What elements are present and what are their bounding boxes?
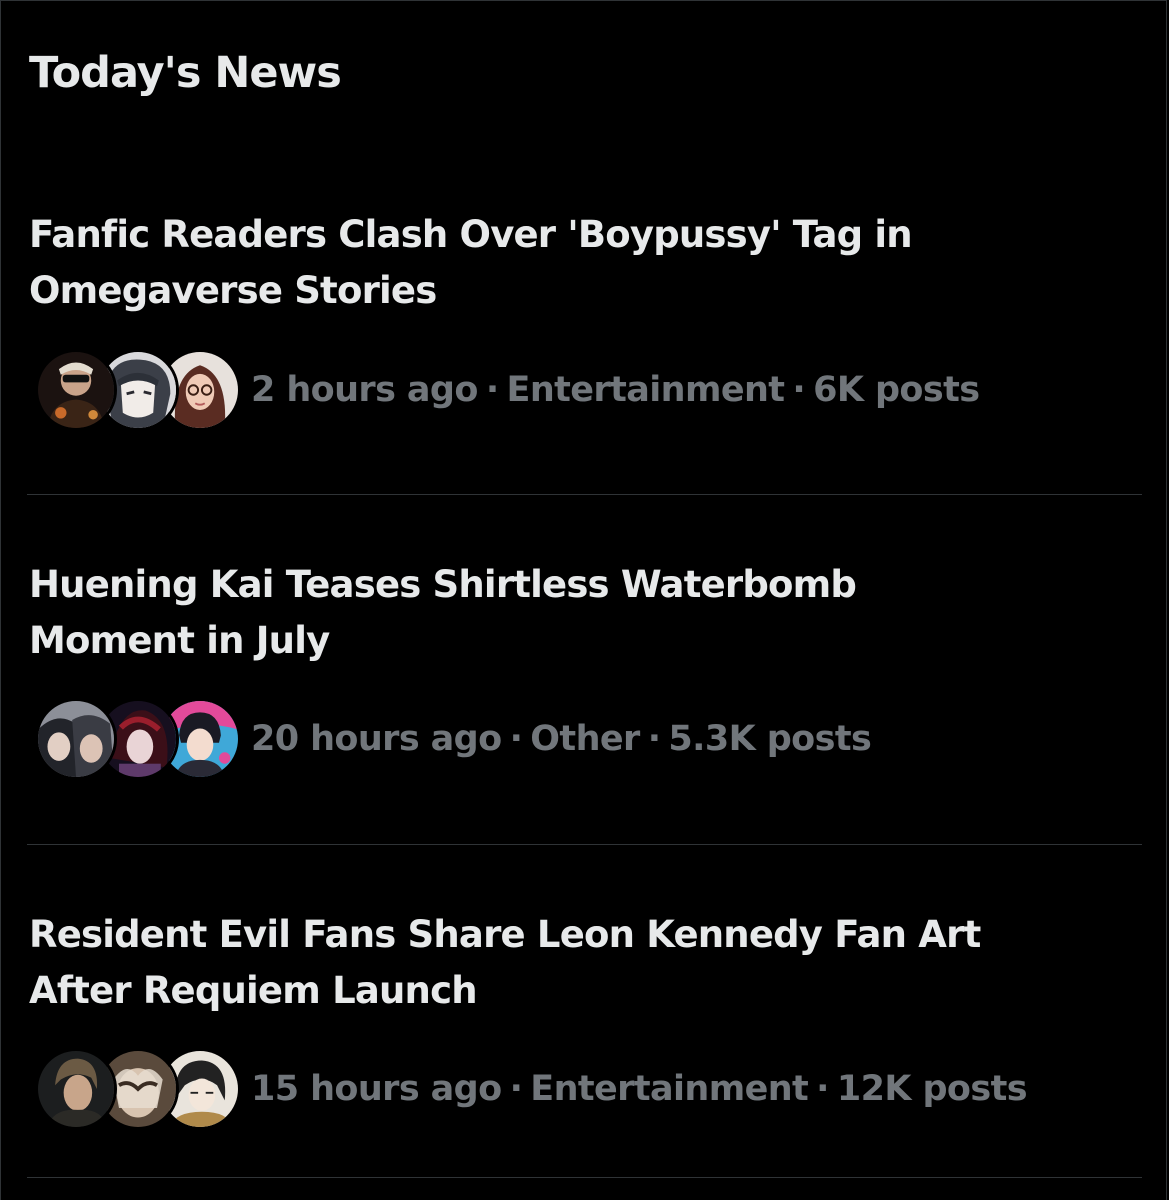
headline-line: After Requiem Launch [29,969,478,1012]
news-meta: 20 hours ago · Other · 5.3K posts [35,698,872,780]
avatar-icon [38,701,114,777]
divider [27,494,1142,495]
news-headline[interactable]: Resident Evil Fans Share Leon Kennedy Fa… [29,907,1139,1019]
avatar-icon [38,352,114,428]
headline-line: Moment in July [29,619,330,662]
headline-line: Fanfic Readers Clash Over 'Boypussy' Tag… [29,213,913,256]
divider [27,1177,1142,1178]
avatar-group [35,698,241,780]
news-meta-text: 20 hours ago · Other · 5.3K posts [251,719,872,759]
news-meta: 2 hours ago · Entertainment · 6K posts [35,349,980,431]
news-panel: Today's News Fanfic Readers Clash Over '… [0,0,1167,1200]
avatar-group [35,1048,241,1130]
news-category: Other [530,719,640,759]
meta-separator: · [485,370,499,410]
divider [27,844,1142,845]
news-time: 20 hours ago [251,719,502,759]
avatar [35,698,117,780]
news-meta-text: 15 hours ago · Entertainment · 12K posts [251,1069,1028,1109]
headline-line: Resident Evil Fans Share Leon Kennedy Fa… [29,913,981,956]
news-item[interactable]: Resident Evil Fans Share Leon Kennedy Fa… [1,907,1168,1179]
meta-separator: · [509,719,523,759]
news-post-count: 5.3K posts [668,719,872,759]
avatar-icon [38,1051,114,1127]
meta-separator: · [792,370,806,410]
headline-line: Omegaverse Stories [29,269,437,312]
news-time: 15 hours ago [251,1069,502,1109]
news-item[interactable]: Huening Kai Teases Shirtless Waterbomb M… [1,557,1168,845]
meta-separator: · [816,1069,829,1109]
news-item[interactable]: Fanfic Readers Clash Over 'Boypussy' Tag… [1,207,1168,495]
avatar-group [35,349,241,431]
section-title: Today's News [29,48,342,98]
news-headline[interactable]: Huening Kai Teases Shirtless Waterbomb M… [29,557,1139,669]
news-meta-text: 2 hours ago · Entertainment · 6K posts [251,370,980,410]
avatar [35,1048,117,1130]
news-post-count: 6K posts [813,370,980,410]
news-time: 2 hours ago [251,370,478,410]
news-category: Entertainment [506,370,785,410]
meta-separator: · [647,719,661,759]
news-headline[interactable]: Fanfic Readers Clash Over 'Boypussy' Tag… [29,207,1139,319]
headline-line: Huening Kai Teases Shirtless Waterbomb [29,563,857,606]
news-category: Entertainment [530,1069,809,1109]
avatar [35,349,117,431]
news-meta: 15 hours ago · Entertainment · 12K posts [35,1048,1028,1130]
meta-separator: · [509,1069,523,1109]
news-post-count: 12K posts [836,1069,1028,1109]
